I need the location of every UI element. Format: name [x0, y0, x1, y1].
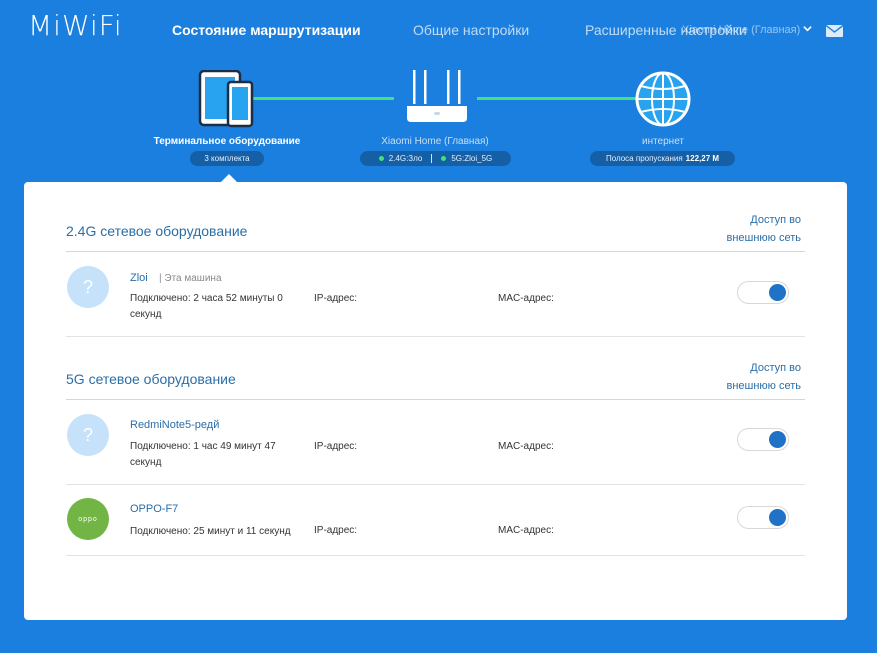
nav-general-settings[interactable]: Общие настройки: [413, 22, 529, 38]
toggle-knob: [769, 431, 786, 448]
section-title-24g: 2.4G сетевое оборудование: [66, 223, 248, 239]
mail-icon[interactable]: [826, 25, 843, 37]
chevron-down-icon[interactable]: [803, 24, 812, 33]
row-divider: [66, 336, 805, 337]
internet-access-toggle[interactable]: [737, 281, 789, 304]
router-icon[interactable]: [405, 68, 469, 126]
divider: [431, 154, 433, 163]
connection-duration: Подключено: 1 час 49 минут 47 секунд: [130, 441, 276, 468]
oppo-logo-avatar: oppo: [67, 498, 109, 540]
mac-address-label: MAC-адрес:: [498, 525, 554, 536]
row-divider: [66, 484, 805, 485]
internet-label: интернет: [641, 136, 685, 147]
connection-duration: Подключено: 25 минут и 11 секунд: [130, 526, 291, 537]
device-avatar-unknown: ?: [67, 414, 109, 456]
device-name[interactable]: OPPO-F7: [130, 503, 178, 515]
globe-icon[interactable]: [634, 70, 692, 128]
ip-address-label: IP-адрес:: [314, 293, 358, 304]
miwifi-logo[interactable]: MiWiFi: [28, 9, 123, 42]
access-header-5g: Доступ во внешнюю сеть: [721, 359, 801, 395]
toggle-knob: [769, 284, 786, 301]
internet-access-toggle[interactable]: [737, 428, 789, 451]
nav-routing-status[interactable]: Состояние маршрутизации: [172, 22, 361, 38]
band-5g: 5G:Zloi_5G: [451, 154, 493, 163]
row-divider: [66, 555, 805, 556]
section-divider: [66, 399, 805, 400]
status-dot-icon: [378, 156, 384, 161]
toggle-knob: [769, 509, 786, 526]
router-label: Xiaomi Home (Главная): [381, 136, 489, 147]
bandwidth-value: 122,27 M: [685, 154, 720, 163]
section-divider: [66, 251, 805, 252]
status-dot-icon: [441, 156, 447, 161]
connection-duration: Подключено: 2 часа 52 минуты 0 секунд: [130, 293, 283, 320]
terminal-devices-label: Терминальное оборудование: [153, 136, 301, 147]
device-name[interactable]: Zloi: [130, 272, 148, 284]
device-name[interactable]: RedmiNote5-редй: [130, 419, 219, 431]
access-header-line1: Доступ во: [750, 214, 801, 226]
mac-address-label: MAC-адрес:: [498, 441, 554, 452]
internet-access-toggle[interactable]: [737, 506, 789, 529]
band-24g: 2.4G:Зло: [388, 154, 423, 163]
access-header-line1: Доступ во: [750, 362, 801, 374]
access-header-line2: внешнюю сеть: [726, 232, 801, 244]
ip-address-label: IP-адрес:: [314, 441, 358, 452]
wifi-bands-badge: 2.4G:Зло 5G:Zloi_5G: [360, 151, 511, 166]
section-title-5g: 5G сетевое оборудование: [66, 371, 236, 387]
bandwidth-badge: Полоса пропускания 122,27 M: [590, 151, 735, 166]
access-header-24g: Доступ во внешнюю сеть: [721, 211, 801, 247]
terminal-devices-icon[interactable]: [198, 70, 254, 128]
router-selector[interactable]: Xiaomi Home (Главная): [682, 24, 800, 36]
device-count-badge: 3 комплекта: [190, 151, 264, 166]
link-devices-router: [250, 97, 394, 100]
bandwidth-label: Полоса пропускания: [605, 154, 683, 163]
this-machine-tag: | Эта машина: [159, 273, 222, 284]
device-avatar-unknown: ?: [67, 266, 109, 308]
ip-address-label: IP-адрес:: [314, 525, 358, 536]
access-header-line2: внешнюю сеть: [726, 380, 801, 392]
mac-address-label: MAC-адрес:: [498, 293, 554, 304]
link-router-internet: [477, 97, 637, 100]
